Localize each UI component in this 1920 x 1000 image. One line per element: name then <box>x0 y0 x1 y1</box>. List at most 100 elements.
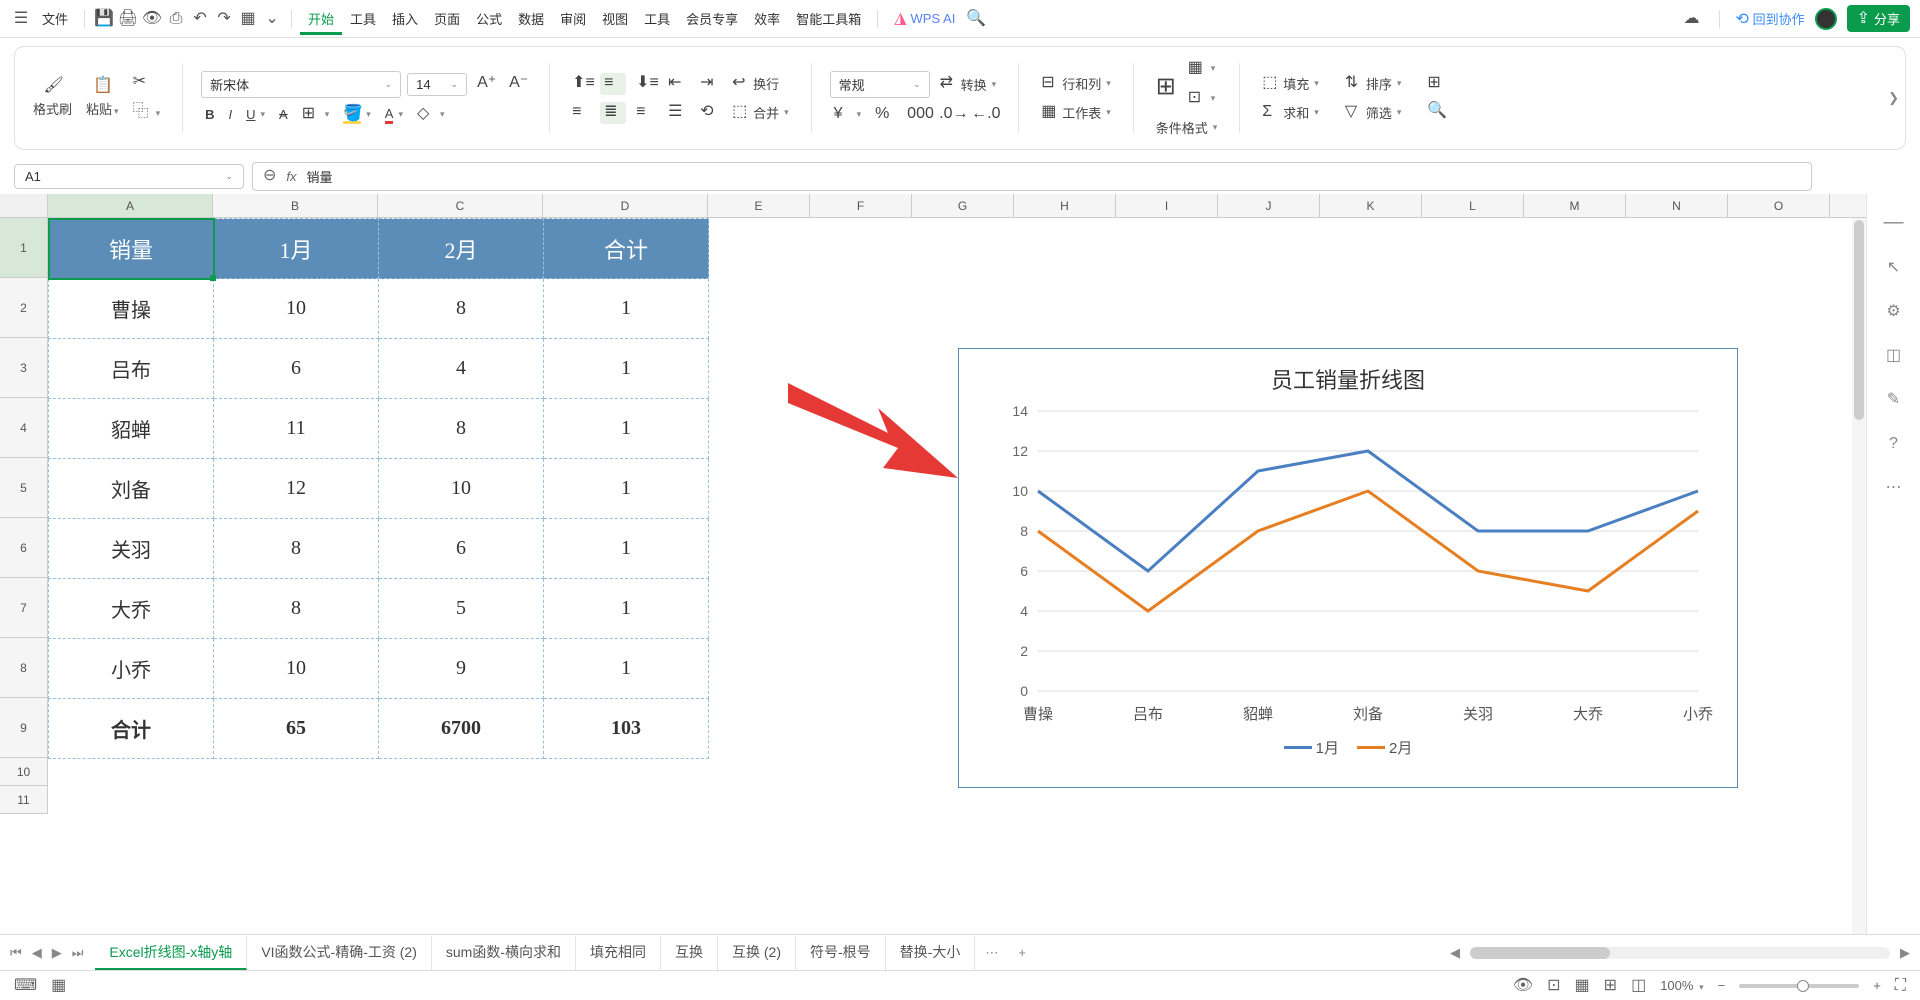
menu-tab-3[interactable]: 页面 <box>426 7 468 32</box>
increase-indent-button[interactable]: ⇥ <box>696 73 722 95</box>
table-cell[interactable]: 8 <box>379 399 544 459</box>
sheet-tab[interactable]: Excel折线图-x轴y轴 <box>95 936 247 970</box>
side-settings-icon[interactable]: ⚙ <box>1886 304 1900 320</box>
align-middle-button[interactable]: ≡ <box>600 73 626 95</box>
sheet-tab[interactable]: 替换-大小 <box>886 936 976 970</box>
table-style-button[interactable]: ⊞ <box>1152 73 1178 95</box>
col-header-N[interactable]: N <box>1626 194 1728 217</box>
zoom-out-button[interactable]: − <box>1718 978 1726 993</box>
row-header-1[interactable]: 1 <box>0 218 48 278</box>
format-painter-button[interactable]: 🖌 格式刷 <box>29 76 76 120</box>
col-header-B[interactable]: B <box>213 194 378 217</box>
col-header-C[interactable]: C <box>378 194 543 217</box>
freeze-button[interactable]: ⊡▾ <box>1184 88 1220 110</box>
align-left-button[interactable]: ≡ <box>568 102 594 124</box>
menu-tab-10[interactable]: 效率 <box>746 7 788 32</box>
side-help-icon[interactable]: ? <box>1889 436 1898 452</box>
cloud-icon[interactable]: ☁ <box>1681 8 1703 30</box>
menu-tab-7[interactable]: 视图 <box>594 7 636 32</box>
name-box[interactable]: A1⌄ <box>14 164 244 189</box>
status-focus-icon[interactable]: ⊡ <box>1547 978 1560 994</box>
tab-add-button[interactable]: + <box>1008 945 1036 960</box>
font-color-button[interactable]: A▾ <box>381 104 407 126</box>
table-cell[interactable]: 6 <box>379 519 544 579</box>
tab-last-button[interactable]: ⏭ <box>72 945 84 961</box>
align-bottom-button[interactable]: ⬇≡ <box>632 73 658 95</box>
menu-tab-11[interactable]: 智能工具箱 <box>788 7 869 32</box>
hscroll-right-button[interactable]: ▶ <box>1900 945 1910 961</box>
table-cell[interactable]: 65 <box>214 699 379 759</box>
toolbox-button[interactable]: ⊞ <box>1423 73 1449 95</box>
menu-tab-1[interactable]: 工具 <box>342 7 384 32</box>
align-center-button[interactable]: ≣ <box>600 102 626 124</box>
select-all-corner[interactable] <box>0 194 48 218</box>
tab-first-button[interactable]: ⏮ <box>10 945 22 961</box>
align-top-button[interactable]: ⬆≡ <box>568 73 594 95</box>
sheet-tab[interactable]: 互换 <box>661 936 718 970</box>
increase-decimal-button[interactable]: .0→ <box>935 104 961 126</box>
table-cell[interactable]: 10 <box>379 459 544 519</box>
menu-tab-0[interactable]: 开始 <box>300 7 342 35</box>
formula-bar[interactable]: ⊖ fx 销量 <box>252 162 1812 191</box>
table-cell[interactable]: 1 <box>544 579 709 639</box>
decrease-decimal-button[interactable]: ←.0 <box>967 104 993 126</box>
table-cell[interactable]: 1 <box>544 639 709 699</box>
worksheet-button[interactable]: ▦工作表▾ <box>1037 101 1115 124</box>
back-collab-link[interactable]: ⟲ 回到协作 <box>1736 9 1805 28</box>
table-cell[interactable]: 貂蝉 <box>49 399 214 459</box>
table-cell[interactable]: 关羽 <box>49 519 214 579</box>
fill-button[interactable]: ⬚填充▾ <box>1258 72 1323 95</box>
row-header-3[interactable]: 3 <box>0 338 48 398</box>
row-header-6[interactable]: 6 <box>0 518 48 578</box>
col-header-G[interactable]: G <box>912 194 1014 217</box>
status-view-icon[interactable]: 👁 <box>1513 978 1533 994</box>
find-button[interactable]: 🔍 <box>1423 101 1449 123</box>
sum-button[interactable]: Σ求和▾ <box>1258 101 1323 124</box>
col-header-D[interactable]: D <box>543 194 708 217</box>
col-header-M[interactable]: M <box>1524 194 1626 217</box>
table-header-cell[interactable]: 1月 <box>214 219 379 279</box>
vertical-scrollbar[interactable] <box>1852 218 1866 934</box>
table-cell[interactable]: 小乔 <box>49 639 214 699</box>
align-right-button[interactable]: ≡ <box>632 102 658 124</box>
col-header-K[interactable]: K <box>1320 194 1422 217</box>
table-cell[interactable]: 12 <box>214 459 379 519</box>
fill-color-button[interactable]: 🪣▾ <box>339 104 375 126</box>
hscroll-left-button[interactable]: ◀ <box>1450 945 1460 961</box>
side-tools-icon[interactable]: ✎ <box>1887 392 1900 408</box>
ribbon-expand-button[interactable]: ❯ <box>1888 90 1899 106</box>
row-header-5[interactable]: 5 <box>0 458 48 518</box>
file-menu[interactable]: 文件 <box>34 4 76 33</box>
cond-format-button[interactable]: 条件格式▾ <box>1152 116 1222 139</box>
number-format-select[interactable]: 常规⌄ <box>830 71 930 98</box>
table-cell[interactable]: 10 <box>214 639 379 699</box>
justify-button[interactable]: ☰ <box>664 102 690 124</box>
preview-icon[interactable]: 👁 <box>141 8 163 30</box>
more-icon[interactable]: ⌄ <box>261 8 283 30</box>
zoom-in-button[interactable]: + <box>1873 978 1881 993</box>
cut-button[interactable]: ✂ <box>129 72 165 94</box>
side-more-icon[interactable]: ⋯ <box>1886 480 1902 496</box>
undo-icon[interactable]: ↶ <box>189 8 211 30</box>
table-cell[interactable]: 合计 <box>49 699 214 759</box>
table-cell[interactable]: 103 <box>544 699 709 759</box>
fx-zoom-icon[interactable]: ⊖ <box>263 168 276 184</box>
col-header-E[interactable]: E <box>708 194 810 217</box>
border-button[interactable]: ⊞▾ <box>298 104 334 126</box>
underline-button[interactable]: U▾ <box>242 105 269 124</box>
cell-style-button[interactable]: ▦▾ <box>1184 58 1220 80</box>
status-keyboard-icon[interactable]: ⌨ <box>14 978 37 994</box>
user-avatar[interactable] <box>1815 8 1837 30</box>
table-cell[interactable]: 1 <box>544 279 709 339</box>
row-header-11[interactable]: 11 <box>0 786 48 814</box>
filter-button[interactable]: ▽筛选▾ <box>1341 101 1406 124</box>
table-cell[interactable]: 1 <box>544 339 709 399</box>
table-header-cell[interactable]: 2月 <box>379 219 544 279</box>
increase-font-button[interactable]: A⁺ <box>473 73 499 95</box>
export-icon[interactable]: ⎙ <box>165 8 187 30</box>
redo-icon[interactable]: ↷ <box>213 8 235 30</box>
table-cell[interactable]: 吕布 <box>49 339 214 399</box>
table-cell[interactable]: 6700 <box>379 699 544 759</box>
table-header-cell[interactable]: 销量 <box>49 219 214 279</box>
table-cell[interactable]: 1 <box>544 459 709 519</box>
